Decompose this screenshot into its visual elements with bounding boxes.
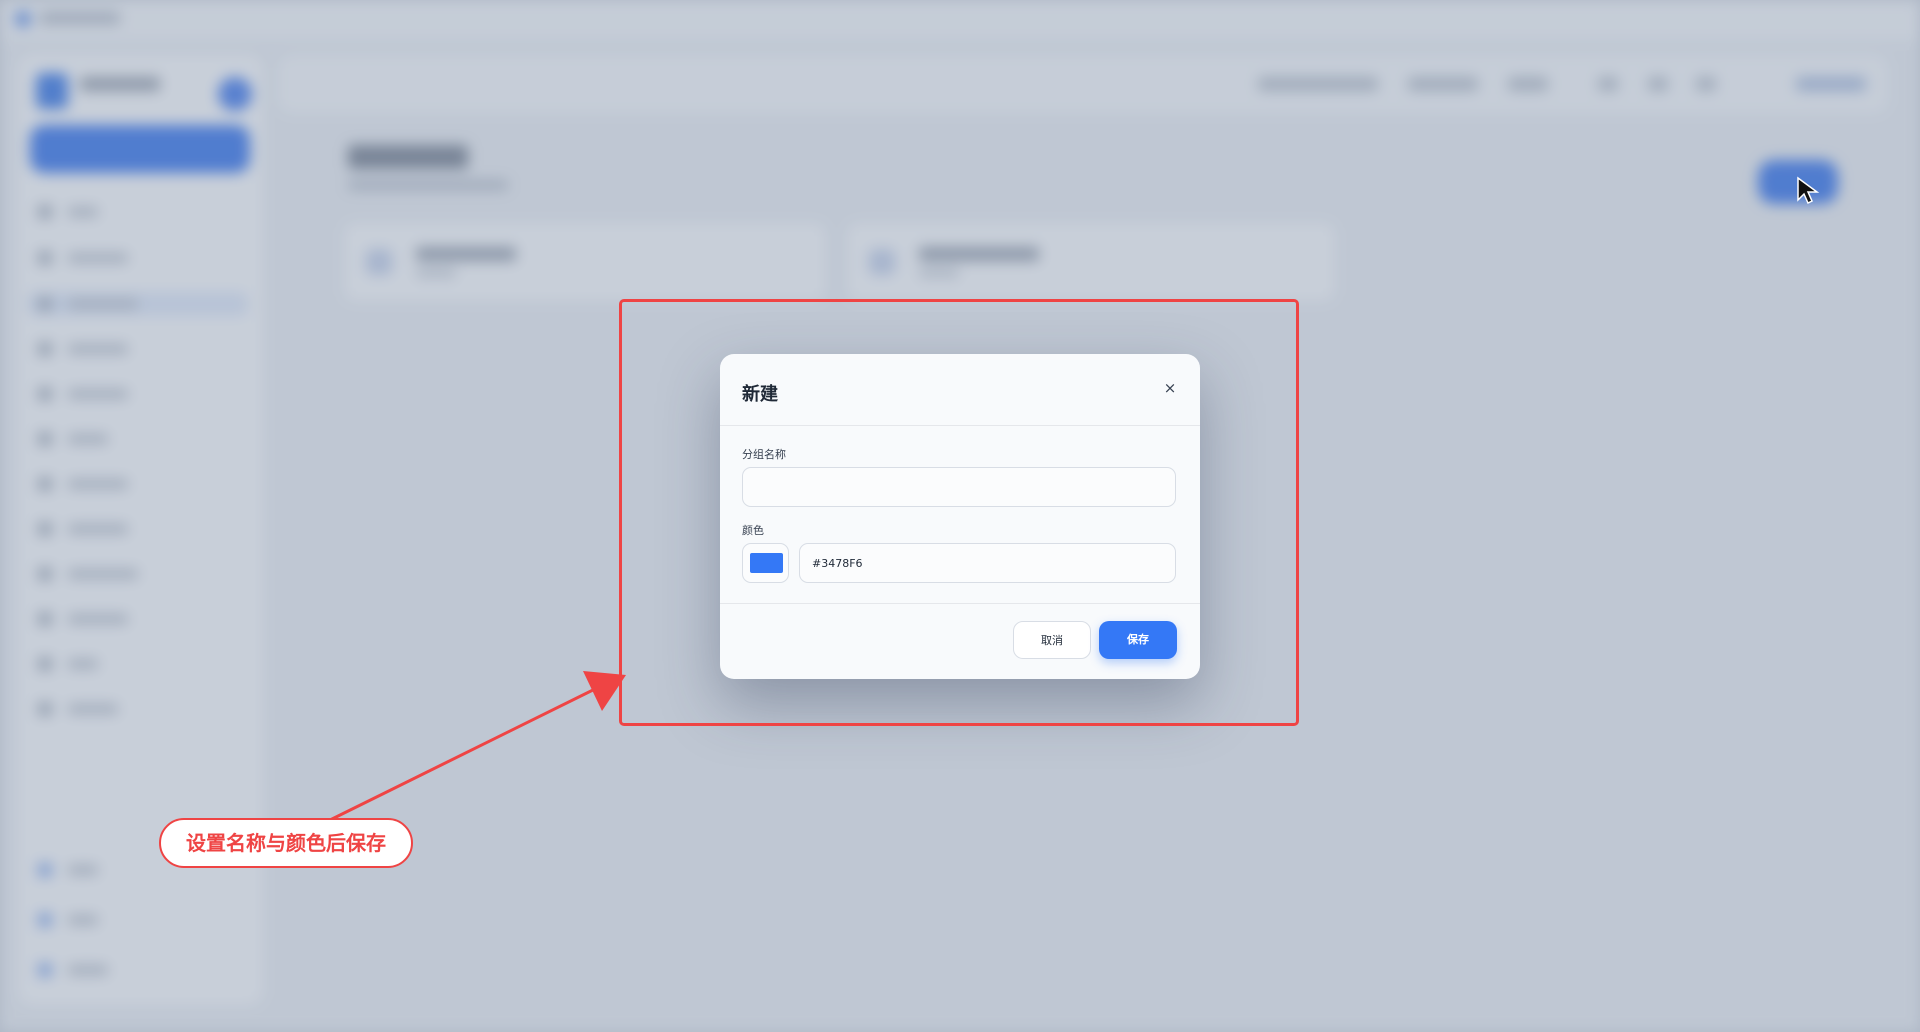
annotation-callout: 设置名称与颜色后保存 <box>159 818 413 868</box>
annotation-highlight-box <box>619 299 1299 726</box>
mouse-cursor-icon <box>1797 176 1820 205</box>
